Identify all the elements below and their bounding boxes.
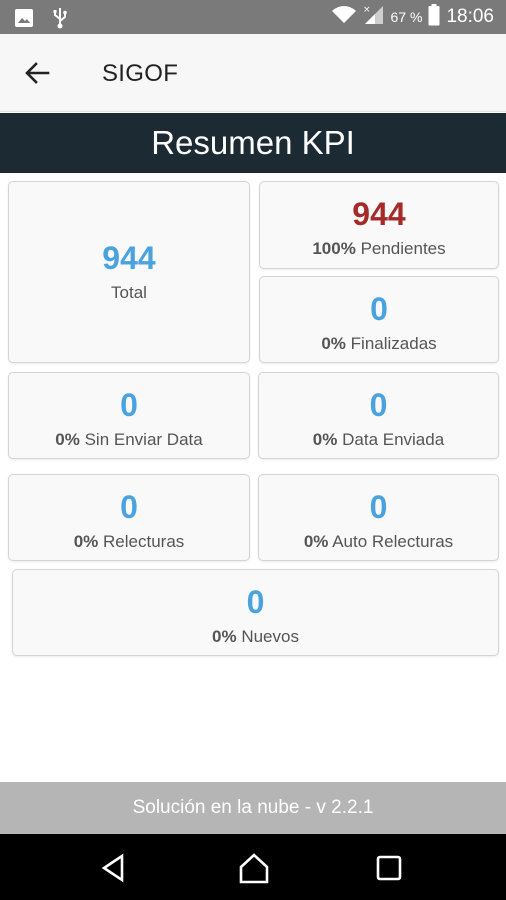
wifi-icon	[331, 5, 357, 30]
kpi-card-total[interactable]: 944 Total	[8, 181, 250, 363]
kpi-percent-auto-relecturas: 0%	[303, 532, 329, 551]
kpi-text-sin-enviar: Sin Enviar Data	[84, 430, 203, 449]
kpi-value-relecturas: 0	[120, 489, 138, 525]
back-button[interactable]	[22, 58, 56, 88]
kpi-card-pendientes[interactable]: 944 100% Pendientes	[259, 181, 499, 269]
home-icon	[239, 853, 269, 884]
status-bar: × 67 % 18:06	[0, 0, 506, 34]
kpi-card-relecturas[interactable]: 0 0% Relecturas	[8, 474, 250, 561]
kpi-text-data-enviada: Data Enviada	[342, 430, 445, 449]
back-triangle-icon	[101, 853, 124, 883]
nav-home-button[interactable]	[236, 850, 272, 886]
svg-text:×: ×	[363, 5, 371, 15]
app-title: SIGOF	[102, 60, 179, 87]
status-right: × 67 % 18:06	[331, 0, 494, 34]
kpi-value-total: 944	[102, 240, 156, 276]
kpi-text-pendientes: Pendientes	[360, 239, 446, 258]
kpi-value-pendientes: 944	[352, 196, 406, 232]
kpi-label-data-enviada: 0% Data Enviada	[259, 430, 498, 450]
battery-percent: 67 %	[390, 9, 423, 25]
kpi-percent-finalizadas: 0%	[321, 334, 346, 353]
kpi-card-nuevos[interactable]: 0 0% Nuevos	[12, 569, 499, 656]
battery-icon	[428, 3, 440, 31]
kpi-card-data-enviada[interactable]: 0 0% Data Enviada	[258, 372, 499, 459]
kpi-label-pendientes: 100% Pendientes	[260, 239, 498, 259]
arrow-left-icon	[25, 62, 50, 84]
image-icon	[14, 8, 34, 33]
kpi-text-nuevos: Nuevos	[241, 627, 299, 646]
kpi-value-nuevos: 0	[246, 584, 265, 620]
signal-icon: ×	[363, 4, 385, 31]
kpi-label-nuevos: 0% Nuevos	[13, 627, 498, 647]
kpi-label-sin-enviar: 0% Sin Enviar Data	[9, 430, 249, 450]
page-title: Resumen KPI	[0, 113, 506, 173]
nav-bar	[0, 834, 506, 900]
kpi-value-data-enviada: 0	[369, 387, 388, 423]
nav-back-button[interactable]	[96, 850, 132, 886]
footer-version: Solución en la nube - v 2.2.1	[0, 782, 506, 834]
kpi-percent-data-enviada: 0%	[312, 430, 338, 449]
kpi-percent-relecturas: 0%	[73, 532, 99, 551]
recents-icon	[376, 855, 402, 881]
clock: 18:06	[446, 6, 494, 27]
usb-icon	[52, 7, 68, 34]
kpi-value-sin-enviar: 0	[120, 387, 138, 423]
kpi-text-finalizadas: Finalizadas	[350, 334, 437, 353]
nav-recents-button[interactable]	[371, 850, 407, 886]
app-bar: SIGOF	[0, 34, 506, 112]
kpi-label-relecturas: 0% Relecturas	[9, 532, 249, 552]
kpi-text-relecturas: Relecturas	[103, 532, 185, 551]
kpi-label-finalizadas: 0% Finalizadas	[260, 334, 498, 354]
status-left	[14, 7, 68, 34]
kpi-card-sin-enviar[interactable]: 0 0% Sin Enviar Data	[8, 372, 250, 459]
kpi-text-auto-relecturas: Auto Relecturas	[332, 532, 454, 551]
kpi-value-auto-relecturas: 0	[369, 489, 388, 525]
kpi-value-finalizadas: 0	[370, 291, 388, 327]
kpi-percent-pendientes: 100%	[312, 239, 356, 258]
kpi-percent-sin-enviar: 0%	[55, 430, 80, 449]
kpi-label-auto-relecturas: 0% Auto Relecturas	[259, 532, 498, 552]
kpi-label-total: Total	[111, 283, 147, 302]
kpi-card-auto-relecturas[interactable]: 0 0% Auto Relecturas	[258, 474, 499, 561]
kpi-percent-nuevos: 0%	[212, 627, 237, 646]
screen: × 67 % 18:06 SIGOF Resumen KPI 944 Total…	[0, 0, 506, 900]
kpi-card-finalizadas[interactable]: 0 0% Finalizadas	[259, 276, 499, 363]
